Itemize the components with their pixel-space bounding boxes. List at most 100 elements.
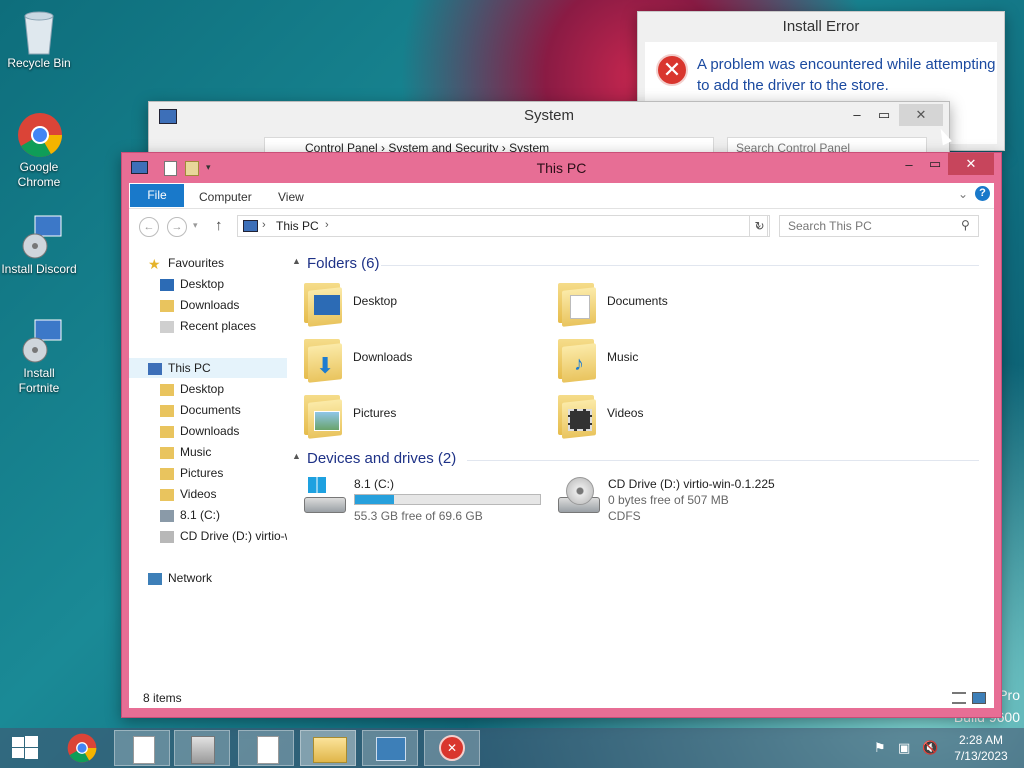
windows-logo-icon: [12, 736, 38, 759]
devices-group-header[interactable]: Devices and drives (2): [307, 450, 456, 467]
hard-drive-icon: [302, 475, 346, 521]
taskbar-document-button[interactable]: [238, 730, 294, 766]
close-button[interactable]: ✕: [899, 104, 943, 126]
folder-tile-pictures[interactable]: Pictures: [302, 391, 542, 443]
nav-pc-music[interactable]: Music: [160, 442, 211, 462]
desktop-icon-google-chrome[interactable]: Google Chrome: [0, 112, 79, 190]
tab-computer[interactable]: Computer: [199, 186, 252, 208]
desktop-icon-label: Google Chrome: [17, 160, 61, 189]
minimize-button[interactable]: –: [842, 104, 872, 126]
collapse-group-icon[interactable]: ▲: [292, 451, 301, 461]
back-button[interactable]: ←: [139, 217, 159, 237]
tab-file[interactable]: File: [130, 184, 184, 207]
recycle-bin-icon: [17, 8, 61, 55]
taskbar-notepad-button[interactable]: [114, 730, 170, 766]
network-icon: [148, 572, 162, 585]
installer-icon: [17, 214, 62, 259]
drive-tile-d[interactable]: CD Drive (D:) virtio-win-0.1.225 0 bytes…: [556, 475, 856, 527]
collapse-group-icon[interactable]: ▲: [292, 256, 301, 266]
nav-pc-videos[interactable]: Videos: [160, 484, 216, 504]
search-icon[interactable]: ⚲: [961, 218, 970, 232]
taskbar-error-button[interactable]: ✕: [424, 730, 480, 766]
chevron-right-icon[interactable]: ›: [262, 219, 266, 231]
folder-icon: [160, 425, 174, 438]
address-bar[interactable]: › This PC › ⌄: [237, 215, 768, 237]
nav-this-pc[interactable]: This PC: [129, 358, 287, 378]
drive-tile-c[interactable]: 8.1 (C:) 55.3 GB free of 69.6 GB: [302, 475, 552, 527]
action-center-flag-icon[interactable]: ⚑: [874, 740, 886, 756]
folder-tile-desktop[interactable]: Desktop: [302, 279, 542, 331]
folder-icon: [556, 391, 598, 439]
start-button[interactable]: [0, 728, 50, 768]
nav-pc-pictures[interactable]: Pictures: [160, 463, 223, 483]
nav-drive-c[interactable]: 8.1 (C:): [160, 505, 220, 525]
nav-desktop[interactable]: Desktop: [160, 274, 224, 294]
folder-icon: [302, 391, 344, 439]
folder-icon: [160, 467, 174, 480]
desktop-icon-recycle-bin[interactable]: Recycle Bin: [0, 8, 79, 71]
clock[interactable]: 2:28 AM 7/13/2023: [946, 732, 1016, 764]
nav-downloads[interactable]: Downloads: [160, 295, 239, 315]
maximize-button[interactable]: ▭: [920, 153, 950, 175]
folder-tile-documents[interactable]: Documents: [556, 279, 796, 331]
maximize-button[interactable]: ▭: [869, 104, 899, 126]
taskbar-chrome-button[interactable]: [54, 730, 110, 766]
folder-tile-music[interactable]: ♪ Music: [556, 335, 796, 387]
volume-muted-icon[interactable]: 🔇: [922, 740, 938, 756]
group-divider: [381, 265, 979, 266]
taskbar-control-panel-button[interactable]: [362, 730, 418, 766]
help-icon[interactable]: ?: [975, 186, 990, 201]
tab-view[interactable]: View: [278, 186, 304, 208]
nav-favourites[interactable]: ★ Favourites: [148, 253, 224, 273]
nav-drive-d[interactable]: CD Drive (D:) virtio-w: [160, 526, 287, 546]
drive-name: 8.1 (C:): [354, 477, 395, 491]
star-icon: ★: [148, 255, 161, 272]
expand-ribbon-icon[interactable]: ⌄: [958, 187, 968, 201]
desktop-icon: [160, 278, 174, 291]
folder-tile-downloads[interactable]: ⬇ Downloads: [302, 335, 542, 387]
close-button[interactable]: ✕: [948, 153, 994, 175]
chevron-right-icon[interactable]: ›: [325, 219, 329, 231]
folder-icon: [160, 446, 174, 459]
folder-icon: ⬇: [302, 335, 344, 383]
search-input[interactable]: Search This PC: [779, 215, 979, 237]
control-panel-icon: [376, 737, 406, 761]
explorer-window[interactable]: ▾ This PC – ▭ ✕ File Computer View ⌄ ? ←…: [121, 152, 1002, 718]
nav-recent-places[interactable]: Recent places: [160, 316, 256, 336]
recent-locations-icon[interactable]: ▾: [193, 220, 198, 231]
drive-free-space: 0 bytes free of 507 MB: [608, 493, 729, 507]
up-button[interactable]: ↑: [215, 217, 223, 234]
cd-drive-icon: [160, 530, 174, 543]
desktop-icon-install-discord[interactable]: Install Discord: [0, 214, 79, 277]
folder-icon: [302, 279, 344, 327]
window-title: This PC: [536, 160, 587, 176]
content-area: ▲ Folders (6) Desktop Documents ⬇ Downlo…: [287, 243, 994, 690]
desktop-icon-install-fortnite[interactable]: Install Fortnite: [0, 318, 79, 396]
details-view-icon[interactable]: [952, 692, 966, 704]
taskbar-file-explorer-button[interactable]: [300, 730, 356, 766]
large-icons-view-icon[interactable]: [972, 692, 986, 704]
nav-pc-desktop[interactable]: Desktop: [160, 379, 224, 399]
desktop-icon-label: Recycle Bin: [7, 56, 71, 70]
forward-button[interactable]: →: [167, 217, 187, 237]
clock-date: 7/13/2023: [954, 749, 1008, 763]
recent-places-icon: [160, 320, 174, 333]
nav-pc-documents[interactable]: Documents: [160, 400, 241, 420]
drive-usage-fill: [355, 495, 394, 504]
drive-icon: [160, 509, 174, 522]
address-this-pc[interactable]: This PC: [276, 219, 319, 233]
system-window-icon: [159, 109, 177, 124]
window-title: System: [523, 107, 574, 124]
drive-usage-bar: [354, 494, 541, 505]
folder-tile-videos[interactable]: Videos: [556, 391, 796, 443]
network-icon[interactable]: ▣: [898, 740, 910, 756]
taskbar-installer-button[interactable]: [174, 730, 230, 766]
nav-pc-downloads[interactable]: Downloads: [160, 421, 239, 441]
error-message: A problem was encountered while attempti…: [697, 56, 996, 94]
refresh-button[interactable]: ↻: [749, 215, 770, 237]
drive-free-space: 55.3 GB free of 69.6 GB: [354, 509, 483, 523]
folders-group-header[interactable]: Folders (6): [307, 255, 380, 272]
title-bar[interactable]: ▾ This PC – ▭ ✕: [122, 153, 1001, 183]
nav-network[interactable]: Network: [148, 568, 212, 588]
drive-filesystem: CDFS: [608, 509, 641, 523]
